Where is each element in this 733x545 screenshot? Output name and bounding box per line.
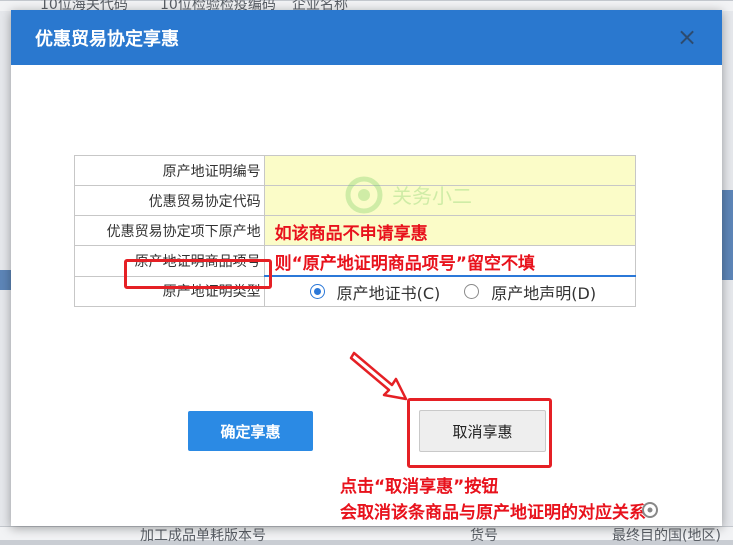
corner-watermark-logo [642,502,658,518]
arrow-icon [349,351,408,401]
field-label-agreement-code: 优惠贸易协定代码 [74,185,265,216]
radio-declaration[interactable] [464,284,480,299]
background-accent-right [722,190,733,280]
confirm-preferential-button[interactable]: 确定享惠 [188,411,313,451]
background-accent-left [0,270,11,290]
cert-type-field: 原产地证书(C) 原产地声明(D) [263,275,637,307]
highlight-box-item-number [124,259,272,289]
highlight-box-cancel-button [407,398,552,468]
annotation-bottom-2: 会取消该条商品与原产地证明的对应关系 [340,503,646,523]
dialog-header: 优惠贸易协定享惠 × [11,10,722,65]
watermark-logo: 关务小二 [345,176,472,214]
field-label-cert-number: 原产地证明编号 [74,155,265,186]
annotation-line-2: 则“原产地证明商品项号”留空不填 [274,254,535,274]
radio-certificate[interactable] [309,284,325,299]
close-icon[interactable]: × [674,24,700,50]
background-footer-2: 货号 [470,528,498,544]
dialog-title: 优惠贸易协定享惠 [35,29,179,50]
annotation-bottom-1: 点击“取消享惠”按钮 [340,477,499,497]
watermark-text: 关务小二 [392,184,472,208]
field-label-origin-under-agreement: 优惠贸易协定项下原产地 [74,215,265,246]
background-footer-1: 加工成品单耗版本号 [140,528,266,544]
radio-declaration-label: 原产地声明(D) [491,283,597,303]
cert-item-number-input[interactable]: 则“原产地证明商品项号”留空不填 [263,245,637,277]
radio-certificate-label: 原产地证书(C) [336,283,441,303]
cert-type-radio-group: 原产地证书(C) 原产地声明(D) [265,277,635,306]
